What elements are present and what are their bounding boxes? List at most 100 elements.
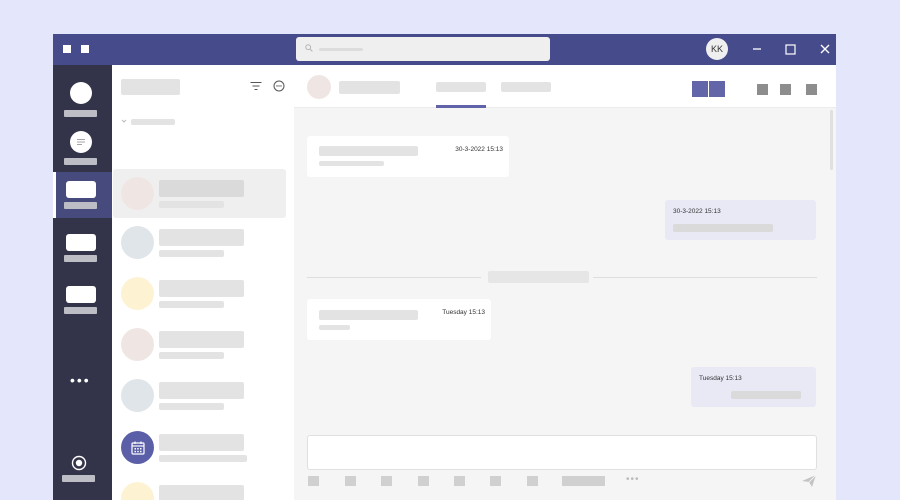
emoji-icon[interactable] bbox=[381, 476, 392, 486]
rail-label bbox=[64, 255, 97, 262]
avatar bbox=[121, 328, 154, 361]
scrollbar[interactable] bbox=[830, 110, 833, 170]
chat-preview bbox=[159, 201, 224, 208]
message-text bbox=[319, 325, 350, 330]
filter-icon[interactable] bbox=[250, 81, 262, 91]
chat-name bbox=[159, 331, 244, 348]
message-sender bbox=[319, 310, 418, 320]
chat-list-item[interactable] bbox=[113, 169, 286, 218]
sticker-icon[interactable] bbox=[454, 476, 465, 486]
user-avatar[interactable]: KK bbox=[706, 38, 728, 60]
avatar bbox=[121, 277, 154, 310]
activity-icon bbox=[70, 82, 92, 104]
app-window: KK ••• 30-3-2022 15:13 30-3-2022 15:13 T… bbox=[53, 34, 836, 500]
screen-share-icon[interactable] bbox=[757, 84, 768, 95]
chat-name bbox=[159, 382, 244, 399]
more-options-icon[interactable] bbox=[806, 84, 817, 95]
message-text bbox=[319, 161, 384, 166]
minimize-icon[interactable] bbox=[747, 39, 767, 59]
chat-preview bbox=[159, 455, 247, 462]
rail-item-teams[interactable] bbox=[53, 172, 112, 218]
date-divider-label bbox=[488, 271, 589, 283]
avatar bbox=[307, 75, 331, 99]
chat-list-item[interactable] bbox=[113, 423, 286, 472]
conversation-pane: 30-3-2022 15:13 30-3-2022 15:13 Tuesday … bbox=[294, 65, 836, 500]
loop-icon[interactable] bbox=[527, 476, 538, 486]
rail-item-chat[interactable] bbox=[53, 123, 112, 169]
format-icon[interactable] bbox=[308, 476, 319, 486]
rail-item-activity[interactable] bbox=[53, 73, 112, 119]
message-sender bbox=[319, 146, 418, 156]
search-placeholder bbox=[319, 48, 363, 51]
message-text bbox=[731, 391, 801, 399]
calendar-icon bbox=[121, 431, 154, 464]
meet-icon[interactable] bbox=[490, 476, 501, 486]
rail-label bbox=[62, 475, 95, 482]
message-text bbox=[673, 224, 773, 232]
chat-list-item[interactable] bbox=[113, 320, 286, 369]
list-title bbox=[121, 79, 180, 95]
chat-name bbox=[159, 280, 244, 297]
section-header[interactable] bbox=[121, 117, 181, 127]
rail-label bbox=[64, 307, 97, 314]
chat-name bbox=[159, 434, 244, 451]
avatar bbox=[121, 482, 154, 500]
title-bar: KK bbox=[53, 34, 836, 65]
chat-name bbox=[159, 485, 244, 500]
apps-icon[interactable] bbox=[71, 455, 87, 476]
back-icon[interactable] bbox=[63, 45, 71, 53]
rail-item-calendar[interactable] bbox=[53, 225, 112, 271]
message-incoming: Tuesday 15:13 bbox=[307, 299, 491, 340]
compose-action-button[interactable] bbox=[562, 476, 605, 486]
rail-item-calls[interactable] bbox=[53, 277, 112, 323]
chat-list-item[interactable] bbox=[113, 474, 286, 500]
rail-label bbox=[64, 158, 97, 165]
new-chat-icon[interactable] bbox=[273, 80, 285, 92]
compose-input[interactable] bbox=[307, 435, 817, 470]
date-divider-line bbox=[307, 277, 481, 278]
conversation-title bbox=[339, 81, 400, 94]
close-icon[interactable] bbox=[815, 39, 835, 59]
tab-active-indicator bbox=[436, 105, 486, 108]
date-divider-line bbox=[593, 277, 817, 278]
chat-list-panel bbox=[112, 65, 294, 500]
avatar bbox=[121, 177, 154, 210]
chat-list-item[interactable] bbox=[113, 269, 286, 318]
chat-list-item[interactable] bbox=[113, 218, 286, 267]
section-label bbox=[131, 119, 175, 125]
rail-label bbox=[64, 202, 97, 209]
more-compose-options-button[interactable]: ••• bbox=[626, 475, 640, 485]
chat-name bbox=[159, 180, 244, 197]
search-icon bbox=[305, 44, 313, 52]
chat-preview bbox=[159, 352, 224, 359]
avatar bbox=[121, 379, 154, 412]
people-icon[interactable] bbox=[780, 84, 791, 95]
avatar bbox=[121, 226, 154, 259]
message-incoming: 30-3-2022 15:13 bbox=[307, 136, 509, 177]
message-timestamp: 30-3-2022 15:13 bbox=[455, 146, 503, 153]
tab-chat[interactable] bbox=[436, 82, 486, 92]
calls-icon bbox=[66, 286, 96, 303]
forward-icon[interactable] bbox=[81, 45, 89, 53]
chat-list-item[interactable] bbox=[113, 371, 286, 420]
chat-preview bbox=[159, 301, 224, 308]
tab-files[interactable] bbox=[501, 82, 551, 92]
call-button[interactable] bbox=[692, 81, 725, 97]
message-timestamp: Tuesday 15:13 bbox=[699, 375, 742, 382]
send-icon[interactable] bbox=[801, 474, 817, 488]
chat-preview bbox=[159, 403, 224, 410]
chevron-down-icon bbox=[121, 119, 127, 123]
message-outgoing: 30-3-2022 15:13 bbox=[665, 200, 816, 240]
attach-icon[interactable] bbox=[345, 476, 356, 486]
conversation-header bbox=[294, 65, 836, 108]
gif-icon[interactable] bbox=[418, 476, 429, 486]
more-apps-button[interactable]: ••• bbox=[70, 373, 91, 387]
app-rail: ••• bbox=[53, 65, 112, 500]
message-timestamp: Tuesday 15:13 bbox=[442, 309, 485, 316]
chat-icon bbox=[70, 131, 92, 153]
search-input[interactable] bbox=[296, 37, 550, 61]
teams-icon bbox=[66, 181, 96, 198]
chat-preview bbox=[159, 250, 224, 257]
maximize-icon[interactable] bbox=[780, 39, 800, 59]
chat-name bbox=[159, 229, 244, 246]
